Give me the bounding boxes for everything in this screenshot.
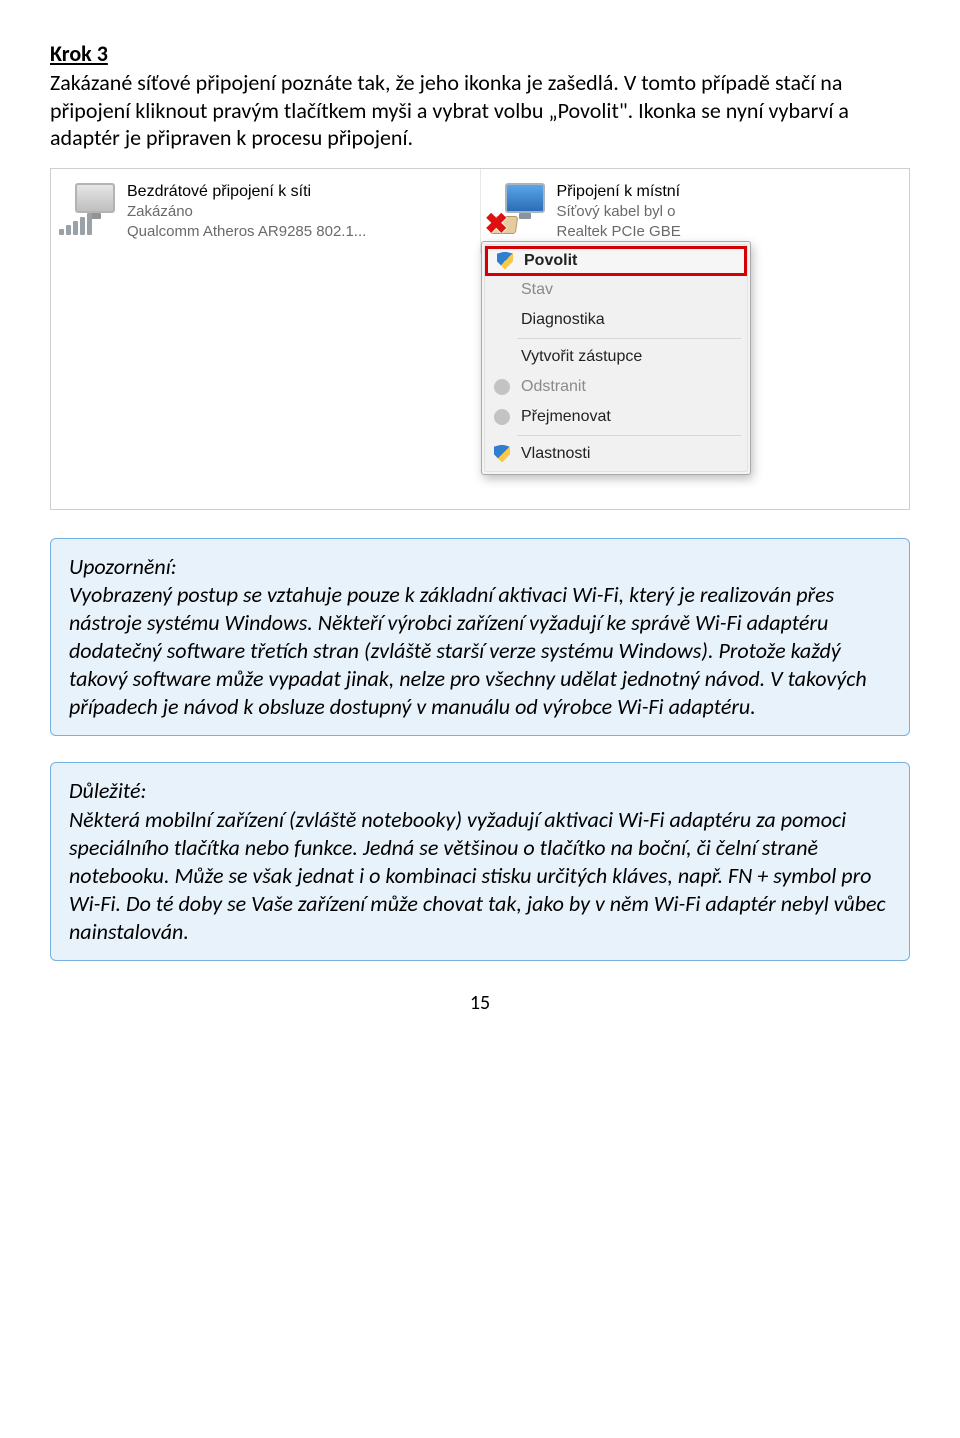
adapter2-title: Připojení k místní [557, 181, 681, 203]
menu-label: Stav [521, 281, 553, 299]
important-label: Důležité: [69, 777, 146, 804]
adapter1-title: Bezdrátové připojení k síti [127, 181, 366, 203]
shield-icon [494, 250, 516, 272]
menu-item-diagnostika[interactable]: Diagnostika [485, 305, 747, 335]
adapter2-status: Síťový kabel byl o [557, 202, 681, 222]
context-menu: Povolit Stav Diagnostika Vytvořit zástup… [481, 241, 751, 475]
adapter1-status: Zakázáno [127, 202, 366, 222]
menu-label: Vlastnosti [521, 445, 590, 463]
important-text: Některá mobilní zařízení (zvláště notebo… [69, 806, 886, 946]
screenshot-panel: Bezdrátové připojení k síti Zakázáno Qua… [50, 168, 910, 510]
adapter1-device: Qualcomm Atheros AR9285 802.1... [127, 222, 366, 242]
wireless-adapter-icon [59, 179, 117, 237]
menu-item-vytvorit-zastupce[interactable]: Vytvořit zástupce [485, 342, 747, 372]
lan-adapter-icon: ✖ [489, 179, 547, 237]
menu-item-odstranit[interactable]: Odstranit [485, 372, 747, 402]
menu-label: Vytvořit zástupce [521, 348, 642, 366]
rename-disabled-icon [491, 406, 513, 428]
menu-item-vlastnosti[interactable]: Vlastnosti [485, 439, 747, 469]
lan-adapter-item[interactable]: ✖ Připojení k místní Síťový kabel byl o … [481, 169, 910, 253]
menu-item-stav[interactable]: Stav [485, 275, 747, 305]
adapter2-device: Realtek PCIe GBE [557, 222, 681, 242]
step-heading: Krok 3 [50, 40, 910, 67]
delete-disabled-icon [491, 376, 513, 398]
menu-item-povolit[interactable]: Povolit [485, 246, 747, 276]
notice-label: Upozornění: [69, 553, 177, 580]
notice-text: Vyobrazený postup se vztahuje pouze k zá… [69, 581, 867, 721]
menu-item-prejmenovat[interactable]: Přejmenovat [485, 402, 747, 432]
wireless-adapter-item[interactable]: Bezdrátové připojení k síti Zakázáno Qua… [51, 169, 481, 253]
menu-label: Diagnostika [521, 311, 605, 329]
notice-box: Upozornění: Vyobrazený postup se vztahuj… [50, 538, 910, 737]
error-x-icon: ✖ [485, 213, 511, 239]
shield-icon [491, 443, 513, 465]
page-number: 15 [50, 991, 910, 1015]
intro-paragraph: Zakázané síťové připojení poznáte tak, ž… [50, 69, 910, 152]
menu-label: Přejmenovat [521, 408, 611, 426]
menu-label: Povolit [524, 252, 577, 270]
menu-label: Odstranit [521, 378, 586, 396]
important-box: Důležité: Některá mobilní zařízení (zvlá… [50, 762, 910, 961]
